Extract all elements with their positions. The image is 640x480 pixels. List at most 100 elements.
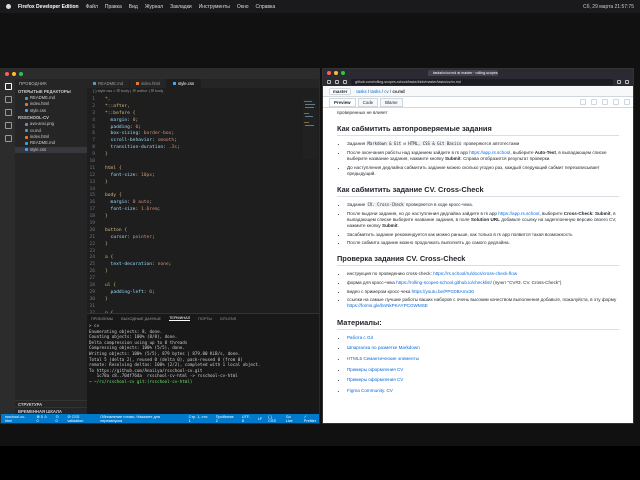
link[interactable]: https://app.rs.school	[498, 211, 539, 216]
breadcrumb-folder-cv[interactable]: cv	[384, 89, 388, 94]
material-link[interactable]: Примеры оформления CV	[347, 367, 403, 372]
code-editor[interactable]: README.md index.html style.css { } style.c…	[87, 79, 319, 313]
minimize-window-button[interactable]	[12, 72, 16, 76]
code-line[interactable]: 21 cursor: pointer;	[87, 235, 319, 242]
search-icon[interactable]	[4, 96, 12, 103]
code-line[interactable]: 31	[87, 304, 319, 311]
material-link[interactable]: Шпаргалка по разметке Markdown	[347, 345, 420, 350]
code-line[interactable]: 8 transition-duration: .3s;	[87, 145, 319, 152]
open-editors-section[interactable]: ОТКРЫТЫЕ РЕДАКТОРЫ	[15, 88, 87, 95]
code-line[interactable]: 11 html {	[87, 166, 319, 173]
code-line[interactable]: 30}	[87, 297, 319, 304]
panel-tab[interactable]: ТЕРМИНАЛ	[169, 316, 191, 321]
run-debug-icon[interactable]	[4, 122, 12, 129]
code-line[interactable]: 27	[87, 276, 319, 283]
status-update-notice[interactable]: Обновление готово. Нажмите для перезапус…	[100, 415, 176, 423]
link[interactable]: https://rolling-scopes-school.github.io/…	[396, 280, 492, 285]
status-branch[interactable]: rsschool-cv-html	[5, 415, 31, 423]
panel-tab[interactable]: GITLENS	[220, 317, 236, 321]
file-item[interactable]: style.css	[15, 146, 87, 154]
menu-item-edit[interactable]: Правка	[105, 4, 122, 10]
back-icon[interactable]	[327, 79, 331, 84]
minimize-window-button[interactable]	[334, 71, 338, 75]
code-line[interactable]: 20 button {	[87, 228, 319, 235]
material-link[interactable]: Figma Community. CV	[347, 388, 393, 393]
active-app-name[interactable]: Firefox Developer Edition	[18, 4, 79, 10]
editor-tab[interactable]: index.html	[130, 79, 167, 88]
status-indentation[interactable]: Пробелов: 2	[216, 415, 236, 423]
material-link[interactable]: Работа с Git	[347, 335, 373, 340]
reload-icon[interactable]	[343, 79, 347, 84]
status-go-live[interactable]: Go Live	[286, 415, 298, 423]
code-line[interactable]: 13}	[87, 180, 319, 187]
close-window-button[interactable]	[5, 72, 9, 76]
breadcrumb[interactable]: { } style.css > ☰ body | ☰ author | ☰ bo…	[87, 88, 319, 95]
workspace-folder[interactable]: RSSCHOOL-CV	[15, 114, 87, 121]
code-line[interactable]: 17 font-size: 1.6rem;	[87, 207, 319, 214]
status-language[interactable]: { } CSS	[268, 415, 280, 423]
code-line[interactable]: 10	[87, 159, 319, 166]
zoom-window-button[interactable]	[19, 72, 23, 76]
panel-tab[interactable]: ПРОБЛЕМЫ	[91, 317, 113, 321]
link[interactable]: https://rs.school/ru/docs/cross-check-fl…	[433, 271, 517, 276]
status-cursor-position[interactable]: Стр. 1, стл. 1	[189, 415, 210, 423]
menu-icon[interactable]	[625, 79, 629, 84]
copy-icon[interactable]	[591, 99, 597, 105]
address-bar[interactable]: github.com/rolling-scopes-school/tasks/b…	[351, 78, 613, 85]
outline-section[interactable]: СТРУКТУРА	[15, 400, 87, 407]
browser-tab[interactable]: tasks/cv/cv.md at master · rolling-scope…	[428, 70, 498, 76]
code-line[interactable]: 28 ul {	[87, 283, 319, 290]
timeline-section[interactable]: ВРЕМЕННАЯ ШКАЛА	[15, 407, 87, 414]
branch-selector[interactable]: master	[329, 87, 352, 95]
minimap[interactable]	[303, 99, 317, 159]
code-line[interactable]: 9}	[87, 152, 319, 159]
menu-item-history[interactable]: Журнал	[145, 4, 163, 10]
code-line[interactable]: 4 margin: 0;	[87, 118, 319, 125]
panel-tab[interactable]: ПОРТЫ	[198, 317, 212, 321]
code-line[interactable]: 23	[87, 249, 319, 256]
editor-tab[interactable]: README.md	[87, 79, 130, 88]
status-problems[interactable]: ⊗ 0 ⚠ 0	[37, 414, 50, 423]
code-area[interactable]: 1 *, 2 *::after, 3 *::before {4 margin: 0; 5 p…	[87, 97, 319, 313]
code-line[interactable]: 12 font-size: 10px;	[87, 173, 319, 180]
menubar-clock[interactable]: Сб, 29 марта 21:57:75	[583, 4, 634, 10]
panel-tab[interactable]: ВЫХОДНЫЕ ДАННЫЕ	[121, 317, 161, 321]
code-line[interactable]: 22}	[87, 242, 319, 249]
code-line[interactable]: 26}	[87, 269, 319, 276]
zoom-window-button[interactable]	[341, 71, 345, 75]
raw-button[interactable]	[580, 99, 586, 105]
code-line[interactable]: 1 *,	[87, 97, 319, 104]
editor-tab[interactable]: style.css	[167, 79, 202, 88]
code-line[interactable]: 25 text-decoration: none;	[87, 262, 319, 269]
code-line[interactable]: 29 padding-left: 0;	[87, 290, 319, 297]
terminal-output[interactable]: > cv Enumerating objects: 8, done. Countin…	[87, 323, 319, 385]
menu-item-view[interactable]: Вид	[129, 4, 138, 10]
menu-item-window[interactable]: Окно	[237, 4, 249, 10]
forward-icon[interactable]	[335, 79, 339, 84]
extensions-icon[interactable]	[617, 79, 621, 84]
tab-preview[interactable]: Preview	[329, 97, 356, 107]
source-control-icon[interactable]	[4, 109, 12, 116]
outline-icon[interactable]	[624, 99, 630, 105]
tab-blame[interactable]: Blame	[380, 97, 403, 107]
status-git[interactable]: ⊙ 0	[55, 414, 61, 423]
status-eol[interactable]: LF	[258, 417, 262, 421]
download-icon[interactable]	[602, 99, 608, 105]
menu-item-file[interactable]: Файл	[86, 4, 98, 10]
extensions-icon[interactable]	[4, 135, 12, 142]
status-encoding[interactable]: UTF-8	[242, 415, 252, 423]
breadcrumb-repo[interactable]: tasks	[356, 89, 366, 94]
code-line[interactable]: 19	[87, 221, 319, 228]
link[interactable]: https://forms.gle/bnNkPKAYPCGWMSE	[347, 303, 428, 308]
material-link[interactable]: HTML5 Семантические элементы	[347, 356, 419, 361]
link[interactable]: https://app.rs.school	[469, 150, 510, 155]
status-prettier[interactable]: ✓ Prettier	[304, 414, 319, 423]
edit-icon[interactable]	[613, 99, 619, 105]
menu-item-tools[interactable]: Инструменты	[199, 4, 230, 10]
apple-icon[interactable]	[6, 4, 11, 9]
status-validation[interactable]: ⊘ CSS validation	[67, 414, 94, 423]
breadcrumb-folder-tasks[interactable]: tasks	[370, 89, 380, 94]
close-window-button[interactable]	[327, 71, 331, 75]
tab-code[interactable]: Code	[357, 97, 379, 107]
explorer-icon[interactable]	[4, 83, 12, 90]
